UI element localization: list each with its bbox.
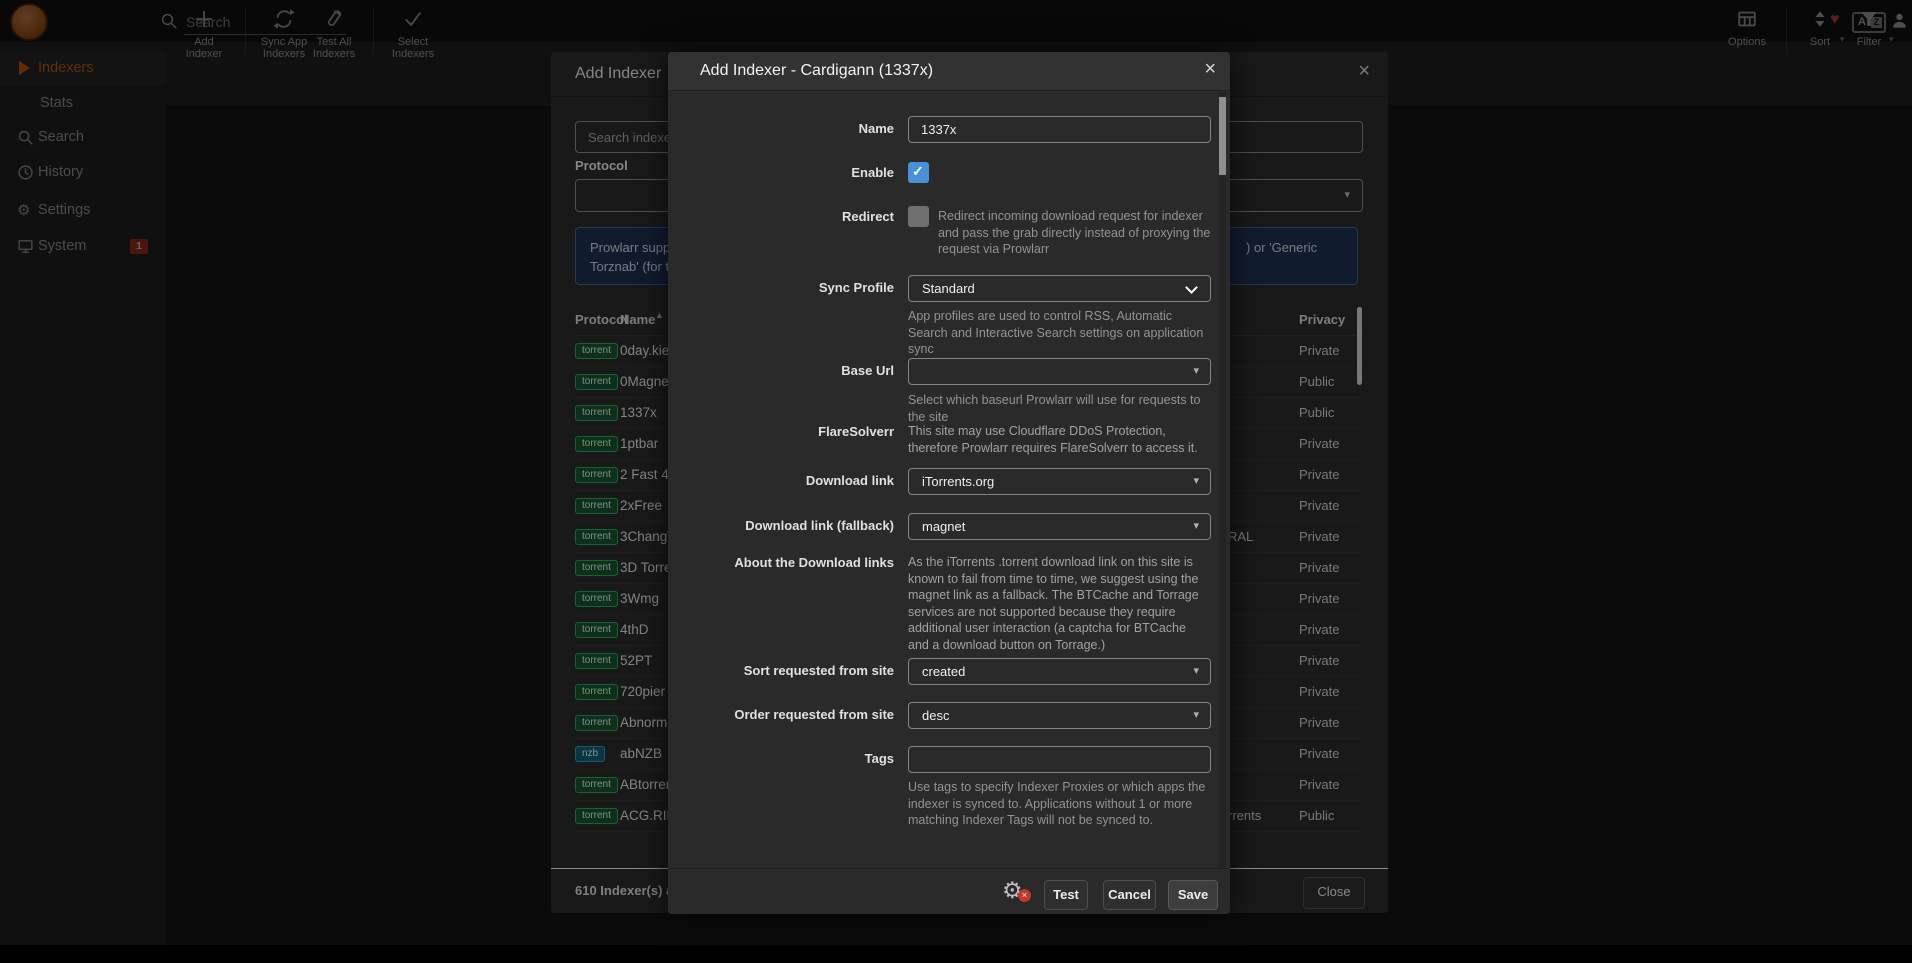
base-url-help-text: Select which baseurl Prowlarr will use f… (908, 392, 1211, 425)
caret-down-icon: ▾ (1193, 364, 1199, 377)
flaresolverr-label: FlareSolverr (694, 424, 894, 440)
name-label: Name (694, 121, 894, 137)
base-url-select[interactable]: ▾ (908, 358, 1211, 385)
modal-scrollbar-track[interactable] (1219, 92, 1226, 868)
cancel-button[interactable]: Cancel (1103, 880, 1156, 910)
sync-profile-select[interactable]: Standard (908, 275, 1211, 302)
test-button[interactable]: Test (1044, 880, 1088, 910)
prowlarr-app: ♥ AZ Indexers Stats Search History (0, 0, 1912, 963)
close-icon[interactable]: × (1204, 58, 1216, 81)
download-link-fallback-select[interactable]: magnet ▾ (908, 513, 1211, 540)
redirect-label: Redirect (694, 209, 894, 225)
modal-title: Add Indexer - Cardigann (1337x) (700, 52, 933, 90)
modal-header: Add Indexer - Cardigann (1337x) × (668, 52, 1230, 91)
tags-label: Tags (694, 751, 894, 767)
name-input[interactable] (908, 116, 1211, 143)
sync-profile-help-text: App profiles are used to control RSS, Au… (908, 308, 1211, 358)
flaresolverr-text: This site may use Cloudflare DDoS Protec… (908, 423, 1208, 456)
tags-input[interactable] (908, 746, 1211, 773)
about-download-links-text: As the iTorrents .torrent download link … (908, 554, 1208, 653)
download-link-fallback-label: Download link (fallback) (694, 518, 894, 534)
caret-down-icon: ▾ (1193, 664, 1199, 677)
order-requested-select[interactable]: desc ▾ (908, 702, 1211, 729)
enable-label: Enable (694, 165, 894, 181)
caret-down-icon: ▾ (1193, 474, 1199, 487)
sync-profile-label: Sync Profile (694, 280, 894, 296)
download-link-label: Download link (694, 473, 894, 489)
base-url-label: Base Url (694, 363, 894, 379)
tags-help-text: Use tags to specify Indexer Proxies or w… (908, 779, 1211, 829)
enable-checkbox[interactable] (908, 162, 929, 183)
chevron-down-icon (1185, 281, 1198, 294)
caret-down-icon: ▾ (1193, 708, 1199, 721)
download-link-select[interactable]: iTorrents.org ▾ (908, 468, 1211, 495)
redirect-checkbox[interactable] (908, 206, 929, 227)
about-download-links-label: About the Download links (694, 555, 894, 571)
sort-requested-label: Sort requested from site (694, 663, 894, 679)
add-indexer-settings-modal: Add Indexer - Cardigann (1337x) × Name E… (668, 52, 1230, 914)
redirect-help-text: Redirect incoming download request for i… (938, 208, 1212, 258)
modal-scrollbar-thumb[interactable] (1219, 97, 1226, 175)
advanced-settings-toggle[interactable]: ⚙ × (1002, 875, 1032, 905)
save-button[interactable]: Save (1168, 880, 1218, 910)
sort-requested-select[interactable]: created ▾ (908, 658, 1211, 685)
order-requested-label: Order requested from site (694, 707, 894, 723)
modal-footer: ⚙ × Test Cancel Save (668, 868, 1230, 914)
advanced-hidden-badge: × (1018, 889, 1031, 902)
caret-down-icon: ▾ (1193, 519, 1199, 532)
